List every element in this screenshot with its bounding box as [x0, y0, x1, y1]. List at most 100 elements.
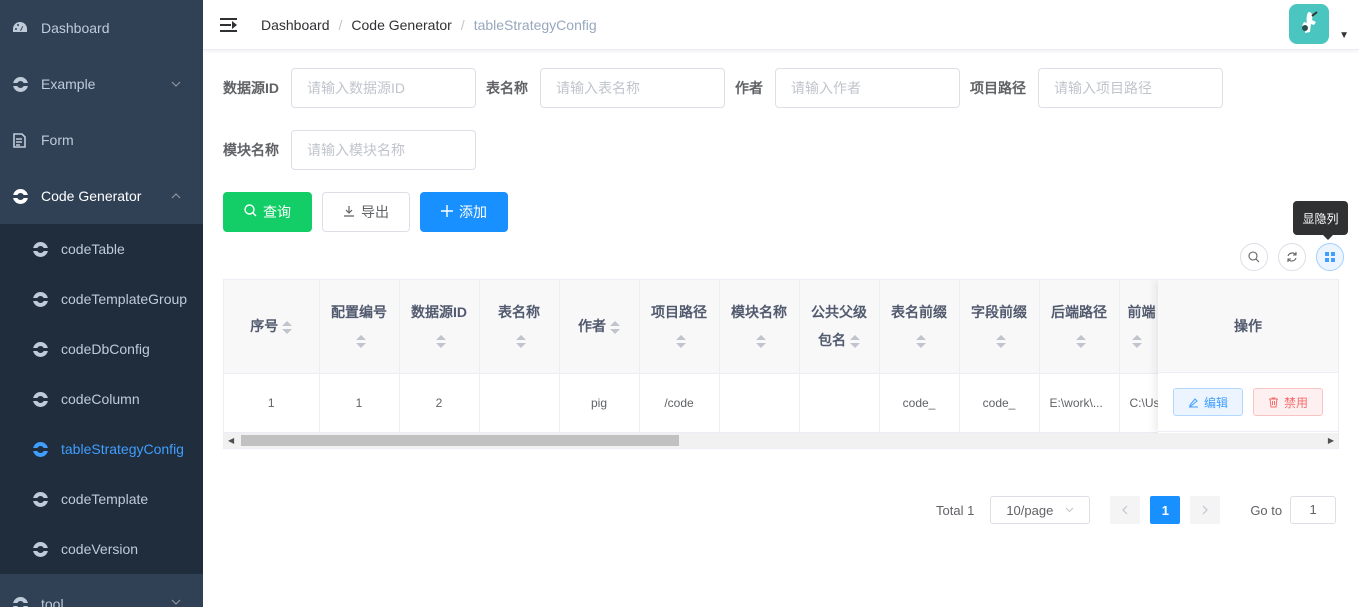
sidebar-item-codetable[interactable]: codeTable	[0, 224, 203, 274]
caret-down-icon[interactable]: ▼	[1339, 30, 1349, 41]
column-header[interactable]: 数据源ID	[399, 280, 480, 374]
column-header[interactable]: 字段前缀	[959, 280, 1040, 374]
tool-icon	[11, 596, 29, 607]
hamburger-icon[interactable]	[220, 17, 237, 32]
sidebar-item-label: Code Generator	[41, 188, 142, 204]
form-item-project-path: 项目路径	[970, 68, 1223, 108]
export-button[interactable]: 导出	[322, 192, 410, 232]
table-row: 1 1 2 pig /code code_ code_ E:\work\... …	[224, 373, 1220, 433]
edit-button-label: 编辑	[1203, 395, 1228, 410]
sort-icon	[516, 335, 526, 349]
sort-icon	[356, 335, 366, 349]
column-header[interactable]: 配置编号	[319, 280, 400, 374]
disable-button-label: 禁用	[1284, 395, 1309, 410]
column-header[interactable]: 项目路径	[639, 280, 720, 374]
sidebar-item-codetemplate[interactable]: codeTemplate	[0, 474, 203, 524]
table-cell: 1	[224, 373, 320, 433]
edit-button[interactable]: 编辑	[1172, 388, 1243, 416]
table-cell: code_	[959, 373, 1040, 433]
sidebar-item-codeversion[interactable]: codeVersion	[0, 524, 203, 574]
avatar[interactable]	[1289, 4, 1329, 44]
sidebar-item-label: Example	[41, 76, 96, 92]
next-page-button[interactable]	[1190, 496, 1221, 524]
sort-icon	[282, 321, 293, 335]
table-toolbar	[1240, 243, 1344, 271]
column-header[interactable]: 表名前缀	[879, 280, 960, 374]
prev-page-button[interactable]	[1110, 496, 1141, 524]
page-number[interactable]: 1	[1150, 496, 1181, 524]
sidebar-item-example[interactable]: Example	[0, 56, 203, 112]
goto-label: Go to	[1250, 502, 1283, 518]
author-label: 作者	[735, 80, 763, 96]
table-cell	[719, 373, 800, 433]
column-header[interactable]: 表名称	[479, 280, 560, 374]
sidebar-item-dashboard[interactable]: Dashboard	[0, 0, 203, 56]
columns-toggle-button[interactable]	[1316, 243, 1344, 271]
breadcrumb-separator: /	[338, 16, 343, 33]
table-cell	[799, 373, 880, 433]
tablename-input[interactable]	[540, 68, 725, 108]
fixed-operations-column: 操作 编辑 禁用	[1158, 280, 1338, 433]
download-icon	[343, 204, 355, 220]
sort-icon	[756, 335, 766, 349]
breadcrumb-separator: /	[460, 16, 465, 33]
search-toggle-button[interactable]	[1240, 243, 1268, 271]
export-button-label: 导出	[361, 204, 389, 220]
sort-icon	[1131, 335, 1142, 349]
sidebar-submenu: codeTable codeTemplateGroup codeDbConfig…	[0, 224, 203, 574]
sidebar-item-codedbconfig[interactable]: codeDbConfig	[0, 324, 203, 374]
chevron-down-icon	[171, 76, 181, 90]
column-header[interactable]: 序号	[224, 280, 320, 374]
query-button[interactable]: 查询	[223, 192, 312, 232]
scroll-right-icon[interactable]: ▶	[1328, 436, 1334, 445]
table-cell: /code	[639, 373, 720, 433]
scroll-left-icon[interactable]: ◀	[228, 436, 234, 445]
code-generator-icon	[11, 188, 29, 204]
pagination: Total 1 10/page 1 Go to 1	[936, 496, 1337, 524]
sort-icon	[916, 335, 926, 349]
sidebar-item-label: Dashboard	[41, 20, 110, 36]
delete-icon	[1269, 397, 1278, 407]
column-header[interactable]: 公共父级包名	[799, 280, 880, 374]
page-size-select[interactable]: 10/page	[990, 496, 1091, 524]
disable-button[interactable]: 禁用	[1253, 388, 1324, 416]
horizontal-scrollbar[interactable]: ◀ ▶	[224, 433, 1338, 448]
data-table: 序号 配置编号 数据源ID 表名称 作者 项目路径 模块名称 公共父级包名 表名…	[223, 279, 1339, 449]
sidebar-item-tool[interactable]: tool	[0, 574, 203, 607]
refresh-icon	[1287, 252, 1297, 262]
sidebar-item-codetemplategroup[interactable]: codeTemplateGroup	[0, 274, 203, 324]
sidebar-item-form[interactable]: Form	[0, 112, 203, 168]
tooltip: 显隐列	[1293, 201, 1348, 240]
add-button[interactable]: 添加	[420, 192, 508, 232]
datasource-input[interactable]	[291, 68, 476, 108]
module-name-input[interactable]	[291, 130, 476, 170]
chevron-right-icon	[1202, 505, 1209, 515]
sort-icon	[996, 335, 1006, 349]
query-button-label: 查询	[263, 204, 291, 220]
sidebar-item-label: codeDbConfig	[61, 341, 150, 357]
sidebar-item-codecolumn[interactable]: codeColumn	[0, 374, 203, 424]
chevron-down-icon	[1065, 507, 1074, 513]
circle-icon	[31, 441, 49, 457]
form-item-datasource: 数据源ID	[223, 68, 476, 108]
sidebar-item-tablestrategyconfig[interactable]: tableStrategyConfig	[0, 424, 203, 474]
column-header[interactable]: 模块名称	[719, 280, 800, 374]
goto-input[interactable]: 1	[1290, 496, 1337, 524]
sort-icon	[850, 335, 860, 349]
refresh-button[interactable]	[1278, 243, 1306, 271]
datasource-label: 数据源ID	[223, 80, 279, 96]
breadcrumb-dashboard[interactable]: Dashboard	[261, 17, 330, 33]
scrollbar-thumb[interactable]	[241, 435, 679, 446]
project-path-input[interactable]	[1038, 68, 1223, 108]
chevron-up-icon	[171, 188, 181, 202]
column-header[interactable]: 作者	[559, 280, 640, 374]
column-header[interactable]: 后端路径	[1039, 280, 1120, 374]
author-input[interactable]	[775, 68, 960, 108]
sidebar: Dashboard Example Form Code Generator co…	[0, 0, 203, 607]
breadcrumb-code-generator[interactable]: Code Generator	[351, 17, 451, 33]
sort-icon	[1076, 335, 1086, 349]
sort-icon	[610, 321, 620, 335]
table-cell: code_	[879, 373, 960, 433]
sidebar-item-code-generator[interactable]: Code Generator	[0, 168, 203, 224]
table-cell: pig	[559, 373, 640, 433]
